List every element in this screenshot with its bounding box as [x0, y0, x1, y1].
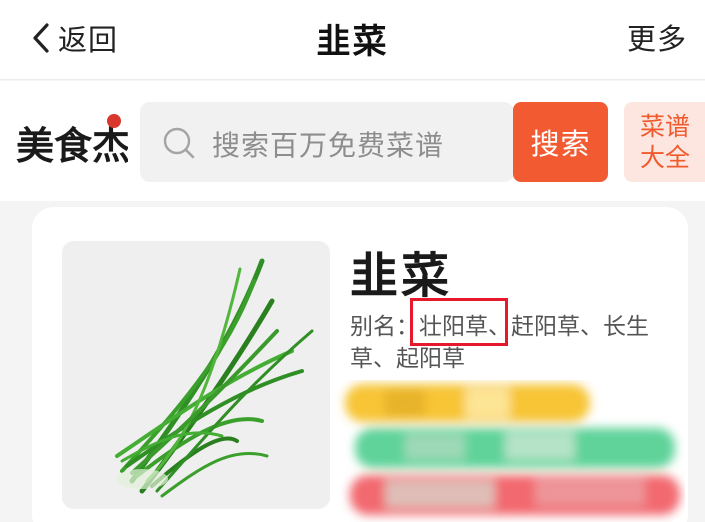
page-title: 韭菜: [316, 22, 389, 62]
redacted-tags: [335, 380, 685, 522]
ingredient-photo: [62, 241, 330, 509]
alias-label: 别名：: [350, 314, 419, 340]
search-row: 美食杰 搜索百万免费菜谱 搜索 菜谱 大全: [0, 81, 705, 201]
recipes-label-line2: 大全: [640, 143, 691, 172]
recipes-button[interactable]: 菜谱 大全: [624, 102, 705, 182]
brand-logo[interactable]: 美食杰: [14, 109, 130, 173]
ingredient-title: 韭菜: [350, 248, 453, 304]
brand-logo-text: 美食杰: [16, 123, 128, 168]
search-input[interactable]: 搜索百万免费菜谱: [140, 102, 514, 182]
search-button[interactable]: 搜索: [513, 102, 608, 182]
more-button[interactable]: 更多: [627, 16, 687, 58]
nav-bar: 返回 韭菜 更多: [0, 0, 705, 80]
search-icon: [162, 126, 196, 164]
recipes-label-line1: 菜谱: [640, 112, 691, 141]
alias-highlight-box: [410, 298, 508, 346]
search-placeholder: 搜索百万免费菜谱: [212, 129, 445, 162]
